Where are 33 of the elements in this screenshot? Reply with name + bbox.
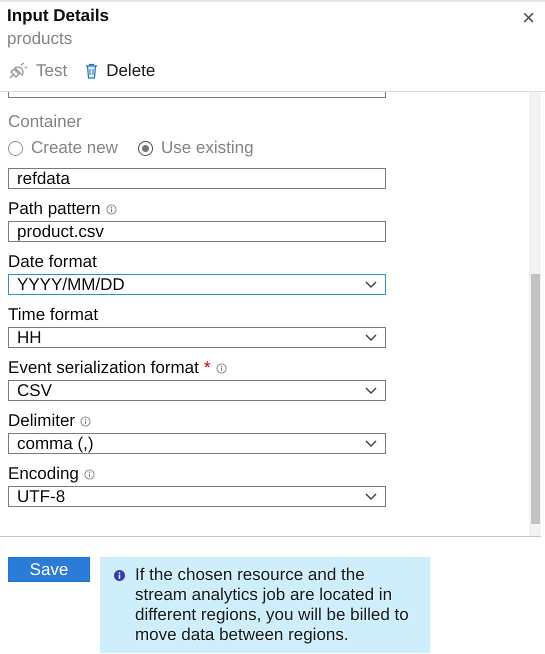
field-label: Encoding [8, 464, 79, 484]
scrollbar[interactable] [529, 92, 541, 536]
chevron-down-icon [365, 440, 377, 448]
text-field[interactable]: refdata [8, 168, 386, 189]
field-label: Container [8, 112, 82, 132]
field-label: Delimiter [8, 411, 76, 431]
dropdown[interactable]: comma (,) [8, 433, 386, 454]
dropdown[interactable]: UTF-8 [8, 486, 386, 507]
input-field[interactable] [8, 92, 386, 98]
chevron-down-icon [365, 334, 377, 342]
chevron-down-icon [365, 280, 377, 288]
field-label: Date format [8, 252, 97, 272]
dropdown[interactable]: YYYY/MM/DD [8, 274, 386, 295]
chevron-down-icon [365, 492, 377, 500]
dropdown[interactable]: HH [8, 327, 386, 348]
radio-option[interactable]: Use existing [138, 138, 254, 158]
field-label: Time format [8, 305, 98, 325]
notice-text: If the chosen resource and the stream analytics job are located in different regions, you will be billed to move data between regions. [135, 565, 410, 645]
delete-button[interactable]: Delete [85, 61, 156, 81]
panel-title: Input Details [7, 6, 110, 26]
field-label: Event serialization format [8, 358, 199, 378]
info-icon [114, 570, 125, 581]
text-field[interactable]: product.csv [8, 221, 386, 242]
dropdown[interactable]: CSV [8, 380, 386, 401]
plug-icon [8, 62, 28, 80]
panel-subtitle: products [7, 29, 74, 49]
save-button[interactable]: Save [8, 557, 90, 582]
trash-icon [85, 63, 98, 79]
radio-option[interactable]: Create new [8, 138, 118, 158]
chevron-down-icon [365, 386, 377, 394]
field-label: Path pattern [8, 199, 101, 219]
required-mark: * [204, 358, 210, 378]
close-button[interactable]: × [522, 6, 535, 30]
